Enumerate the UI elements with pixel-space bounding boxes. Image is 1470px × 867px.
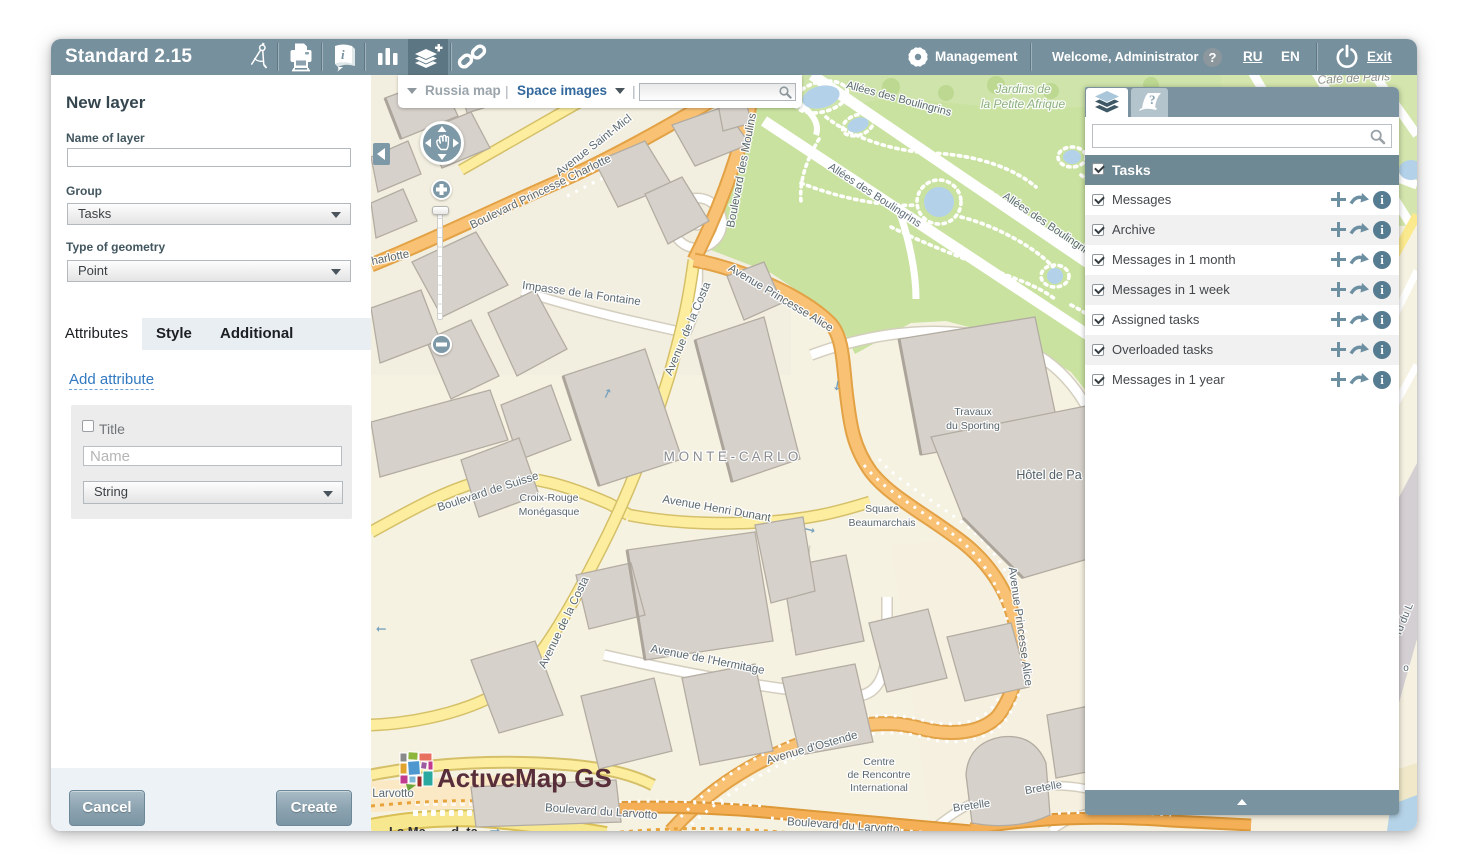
svg-text:i: i: [341, 47, 345, 62]
svg-text:du Sporting: du Sporting: [946, 420, 1000, 432]
svg-text:Centre: Centre: [863, 756, 895, 768]
svg-text:La Ma.... . d..ta: La Ma.... . d..ta: [389, 824, 479, 831]
svg-text:Beaumarchais: Beaumarchais: [848, 517, 915, 529]
svg-text:de Rencontre: de Rencontre: [847, 769, 910, 781]
svg-text:Travaux: Travaux: [954, 406, 992, 418]
svg-text:➞: ➞: [375, 622, 386, 637]
svg-text:International: International: [850, 782, 908, 794]
svg-text:o: o: [1403, 663, 1409, 674]
svg-text:M O N T E - C A R L O: M O N T E - C A R L O: [664, 449, 799, 464]
svg-text:Square: Square: [865, 503, 899, 515]
svg-text:?: ?: [1149, 92, 1156, 107]
svg-text:Jardins de: Jardins de: [994, 82, 1051, 96]
svg-text:➞: ➞: [490, 823, 501, 831]
svg-text:Croix-Rouge: Croix-Rouge: [520, 492, 579, 504]
svg-text:la Petite Afrique: la Petite Afrique: [981, 97, 1066, 111]
svg-text:Hôtel de Pa: Hôtel de Pa: [1016, 468, 1081, 482]
svg-text:Monégasque: Monégasque: [519, 506, 580, 518]
